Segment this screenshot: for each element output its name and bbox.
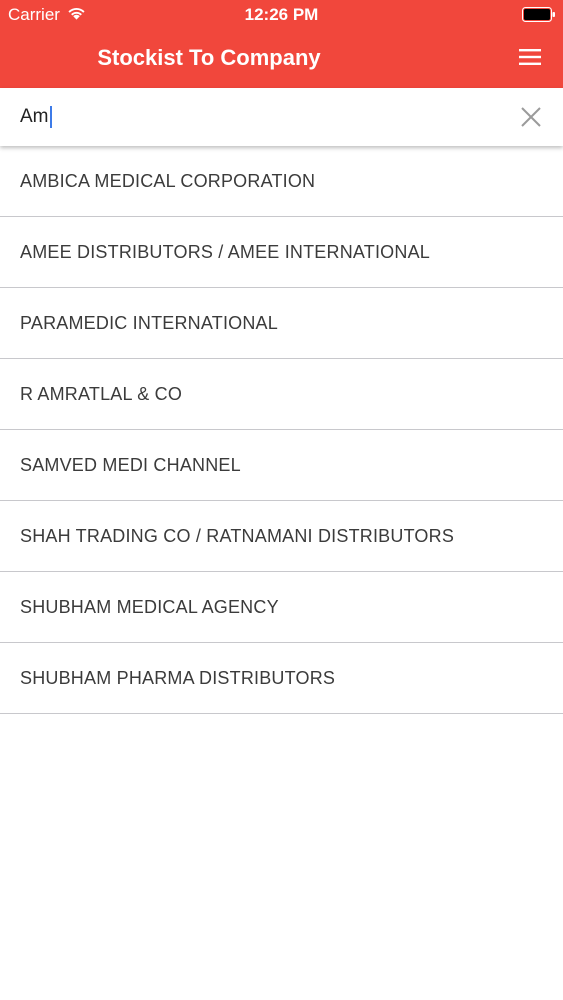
text-caret [49,106,52,128]
list-item[interactable]: SHAH TRADING CO / RATNAMANI DISTRIBUTORS [0,501,563,572]
list-item-label: SAMVED MEDI CHANNEL [20,454,241,475]
search-input[interactable]: Am [20,103,490,131]
list-item[interactable]: SHUBHAM MEDICAL AGENCY [0,572,563,643]
page-title: Stockist To Company [97,45,321,70]
hamburger-menu-icon [519,49,541,65]
list-item-label: AMEE DISTRIBUTORS / AMEE INTERNATIONAL [20,241,430,262]
status-time: 12:26 PM [244,5,319,24]
search-input-value: Am [20,106,49,127]
list-item[interactable]: PARAMEDIC INTERNATIONAL [0,288,563,359]
battery-icon [522,7,555,22]
search-results-list: AMBICA MEDICAL CORPORATION AMEE DISTRIBU… [0,146,563,714]
close-icon [521,107,541,127]
clear-search-button[interactable] [516,102,546,132]
list-item[interactable]: SHUBHAM PHARMA DISTRIBUTORS [0,643,563,714]
status-bar: Carrier 12:26 PM [0,0,563,30]
list-item-label: SHAH TRADING CO / RATNAMANI DISTRIBUTORS [20,525,455,546]
search-bar: Am [0,88,563,146]
menu-button[interactable] [515,44,545,70]
list-item[interactable]: AMBICA MEDICAL CORPORATION [0,146,563,217]
list-item-label: SHUBHAM PHARMA DISTRIBUTORS [20,667,336,688]
list-item[interactable]: AMEE DISTRIBUTORS / AMEE INTERNATIONAL [0,217,563,288]
app-header: Carrier 12:26 PM Stockist To Company [0,0,563,88]
list-item-label: R AMRATLAL & CO [20,383,183,404]
list-item[interactable]: R AMRATLAL & CO [0,359,563,430]
list-item-label: PARAMEDIC INTERNATIONAL [20,312,278,333]
list-item[interactable]: SAMVED MEDI CHANNEL [0,430,563,501]
list-item-label: SHUBHAM MEDICAL AGENCY [20,596,279,617]
list-item-label: AMBICA MEDICAL CORPORATION [20,170,316,191]
